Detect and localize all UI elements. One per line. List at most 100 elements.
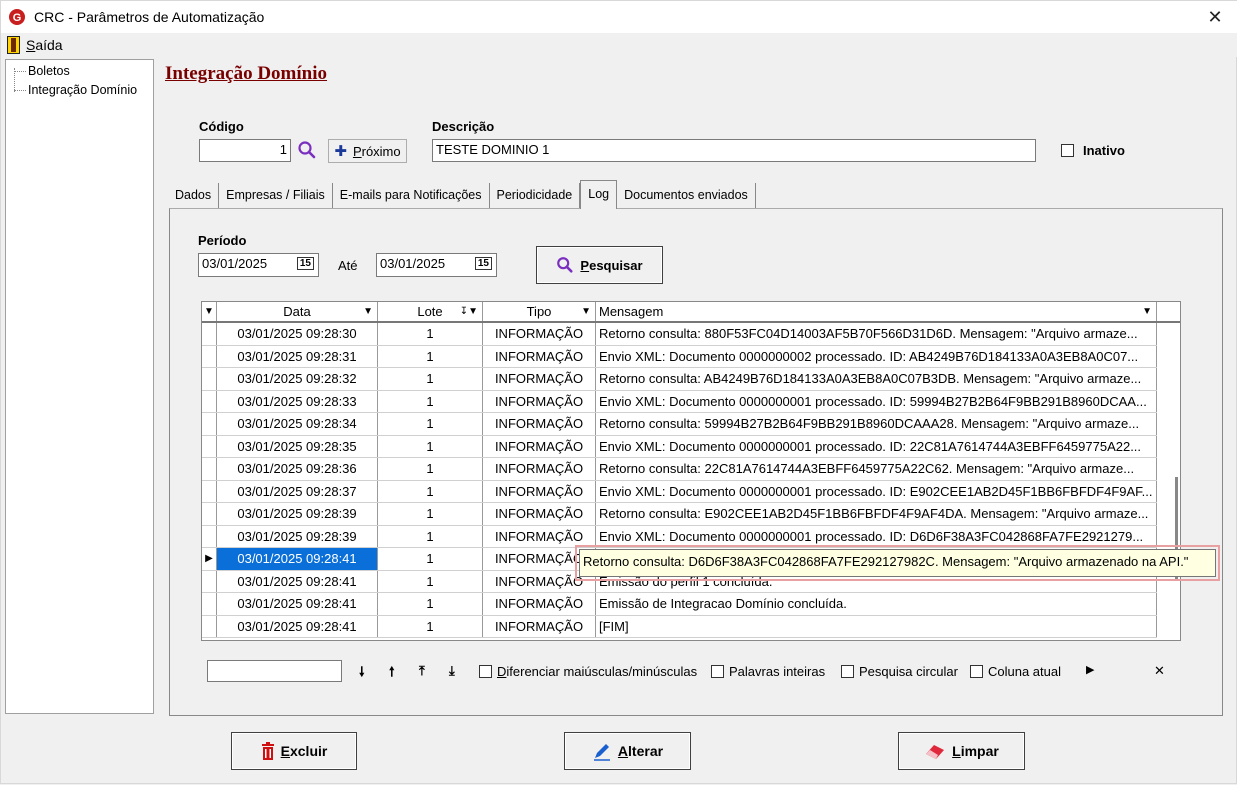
cell-lote[interactable]: 1 (378, 503, 483, 525)
cell-data[interactable]: 03/01/2025 09:28:31 (217, 345, 378, 367)
cell-mensagem[interactable]: Retorno consulta: 22C81A7614744A3EBFF645… (596, 458, 1157, 480)
cell-mensagem[interactable]: Envio XML: Documento 0000000001 processa… (596, 480, 1157, 502)
find-first-icon[interactable]: ⤒ (419, 663, 425, 679)
cell-tipo[interactable]: INFORMAÇÃO (483, 593, 596, 615)
option-case-sensitive[interactable]: Diferenciar maiúsculas/minúsculas (479, 664, 697, 679)
table-row[interactable]: 03/01/2025 09:28:33 1 INFORMAÇÃO Envio XML:… (202, 390, 1157, 413)
table-row[interactable]: 03/01/2025 09:28:34 1 INFORMAÇÃO Retorno co… (202, 413, 1157, 436)
cell-lote[interactable]: 1 (378, 435, 483, 457)
tab-documentos-enviados[interactable]: Documentos enviados (617, 183, 756, 209)
table-row[interactable]: 03/01/2025 09:28:41 1 INFORMAÇÃO [FIM] (202, 615, 1157, 638)
more-options-icon[interactable]: ▶ (1086, 663, 1094, 676)
cell-lote[interactable]: 1 (378, 525, 483, 547)
cell-tipo[interactable]: INFORMAÇÃO (483, 458, 596, 480)
filter-icon[interactable]: ▼ (1142, 306, 1152, 317)
codigo-input[interactable]: 1 (199, 139, 291, 162)
table-row[interactable]: 03/01/2025 09:28:35 1 INFORMAÇÃO Envio XML:… (202, 435, 1157, 458)
tab-empresas-filiais[interactable]: Empresas / Filiais (219, 183, 333, 209)
cell-data[interactable]: 03/01/2025 09:28:34 (217, 413, 378, 435)
sort-filter-icon[interactable]: ↧▼ (460, 306, 478, 317)
checkbox[interactable] (970, 665, 983, 678)
cell-tipo[interactable]: INFORMAÇÃO (483, 480, 596, 502)
cell-mensagem[interactable]: Envio XML: Documento 0000000001 processa… (596, 390, 1157, 412)
cell-lote[interactable]: 1 (378, 593, 483, 615)
menu-exit[interactable]: Saída (7, 36, 63, 54)
date-from-input[interactable]: 03/01/2025 15 (198, 253, 319, 277)
cell-lote[interactable]: 1 (378, 570, 483, 592)
table-row[interactable]: 03/01/2025 09:28:37 1 INFORMAÇÃO Envio XML:… (202, 480, 1157, 503)
limpar-button[interactable]: Limpar (898, 732, 1025, 770)
date-to-input[interactable]: 03/01/2025 15 (376, 253, 497, 277)
cell-mensagem[interactable]: Emissão de Integracao Domínio concluída. (596, 593, 1157, 615)
find-previous-icon[interactable]: 🠕 (389, 663, 395, 685)
column-header-mensagem[interactable]: Mensagem ▼ (596, 302, 1157, 321)
inativo-checkbox[interactable] (1061, 144, 1074, 157)
cell-mensagem[interactable]: Envio XML: Documento 0000000001 processa… (596, 525, 1157, 547)
cell-tipo[interactable]: INFORMAÇÃO (483, 503, 596, 525)
cell-lote[interactable]: 1 (378, 345, 483, 367)
tree-item-integracao-dominio[interactable]: Integração Domínio (14, 83, 137, 97)
pesquisar-button[interactable]: Pesquisar (536, 246, 663, 284)
close-search-icon[interactable]: ✕ (1154, 663, 1165, 679)
cell-lote[interactable]: 1 (378, 368, 483, 390)
cell-data[interactable]: 03/01/2025 09:28:39 (217, 503, 378, 525)
cell-tipo[interactable]: INFORMAÇÃO (483, 615, 596, 637)
cell-mensagem[interactable]: [FIM] (596, 615, 1157, 637)
cell-tipo[interactable]: INFORMAÇÃO (483, 435, 596, 457)
find-next-icon[interactable]: 🠗 (359, 663, 365, 685)
cell-data[interactable]: 03/01/2025 09:28:30 (217, 323, 378, 345)
descricao-input[interactable]: TESTE DOMINIO 1 (432, 139, 1036, 162)
tree-item-boletos[interactable]: Boletos (14, 64, 70, 78)
column-header-data[interactable]: Data ▼ (217, 302, 378, 321)
cell-tipo[interactable]: INFORMAÇÃO (483, 413, 596, 435)
cell-lote[interactable]: 1 (378, 615, 483, 637)
cell-mensagem[interactable]: Retorno consulta: 59994B27B2B64F9BB291B8… (596, 413, 1157, 435)
table-row[interactable]: 03/01/2025 09:28:39 1 INFORMAÇÃO Retorno co… (202, 503, 1157, 526)
excluir-button[interactable]: Excluir (231, 732, 357, 770)
filter-icon[interactable]: ▼ (363, 306, 373, 317)
find-last-icon[interactable]: ⤓ (449, 663, 455, 679)
table-row[interactable]: 03/01/2025 09:28:31 1 INFORMAÇÃO Envio XML:… (202, 345, 1157, 368)
alterar-button[interactable]: Alterar (564, 732, 691, 770)
cell-tipo[interactable]: INFORMAÇÃO (483, 345, 596, 367)
filter-icon[interactable]: ▼ (581, 306, 591, 317)
cell-lote[interactable]: 1 (378, 413, 483, 435)
cell-mensagem[interactable]: Retorno consulta: AB4249B76D184133A0A3EB… (596, 368, 1157, 390)
table-row[interactable]: 03/01/2025 09:28:30 1 INFORMAÇÃO Retorno co… (202, 323, 1157, 346)
cell-data[interactable]: 03/01/2025 09:28:32 (217, 368, 378, 390)
cell-tipo[interactable]: INFORMAÇÃO (483, 390, 596, 412)
cell-data[interactable]: 03/01/2025 09:28:37 (217, 480, 378, 502)
cell-mensagem[interactable]: Envio XML: Documento 0000000001 processa… (596, 435, 1157, 457)
column-header-lote[interactable]: Lote ↧▼ (378, 302, 483, 321)
column-header-tipo[interactable]: Tipo ▼ (483, 302, 596, 321)
cell-data[interactable]: 03/01/2025 09:28:36 (217, 458, 378, 480)
tab-log[interactable]: Log (580, 180, 618, 209)
cell-lote[interactable]: 1 (378, 458, 483, 480)
cell-mensagem[interactable]: Envio XML: Documento 0000000002 processa… (596, 345, 1157, 367)
cell-tipo[interactable]: INFORMAÇÃO (483, 525, 596, 547)
grid-search-input[interactable] (207, 660, 342, 682)
cell-data[interactable]: 03/01/2025 09:28:41 (217, 615, 378, 637)
close-window-button[interactable]: ✕ (1192, 1, 1237, 33)
search-code-icon[interactable] (297, 140, 317, 160)
checkbox[interactable] (479, 665, 492, 678)
table-row[interactable]: 03/01/2025 09:28:32 1 INFORMAÇÃO Retorno co… (202, 368, 1157, 391)
cell-mensagem[interactable]: Retorno consulta: E902CEE1AB2D45F1BB6FBF… (596, 503, 1157, 525)
cell-mensagem[interactable]: Retorno consulta: 880F53FC04D14003AF5B70… (596, 323, 1157, 345)
proximo-button[interactable]: ✚ Próximo (328, 139, 407, 163)
tab-periodicidade[interactable]: Periodicidade (490, 183, 581, 209)
option-circular-search[interactable]: Pesquisa circular (841, 664, 958, 679)
tab-emails-notificacoes[interactable]: E-mails para Notificações (333, 183, 490, 209)
cell-lote[interactable]: 1 (378, 323, 483, 345)
cell-tipo[interactable]: INFORMAÇÃO (483, 323, 596, 345)
calendar-icon[interactable]: 15 (474, 257, 492, 270)
checkbox[interactable] (841, 665, 854, 678)
grid-menu-icon[interactable]: ▼ (202, 302, 217, 321)
calendar-icon[interactable]: 15 (296, 257, 314, 270)
cell-data[interactable]: 03/01/2025 09:28:41 (217, 548, 378, 570)
cell-lote[interactable]: 1 (378, 548, 483, 570)
cell-data[interactable]: 03/01/2025 09:28:35 (217, 435, 378, 457)
cell-lote[interactable]: 1 (378, 390, 483, 412)
cell-data[interactable]: 03/01/2025 09:28:41 (217, 570, 378, 592)
cell-data[interactable]: 03/01/2025 09:28:41 (217, 593, 378, 615)
